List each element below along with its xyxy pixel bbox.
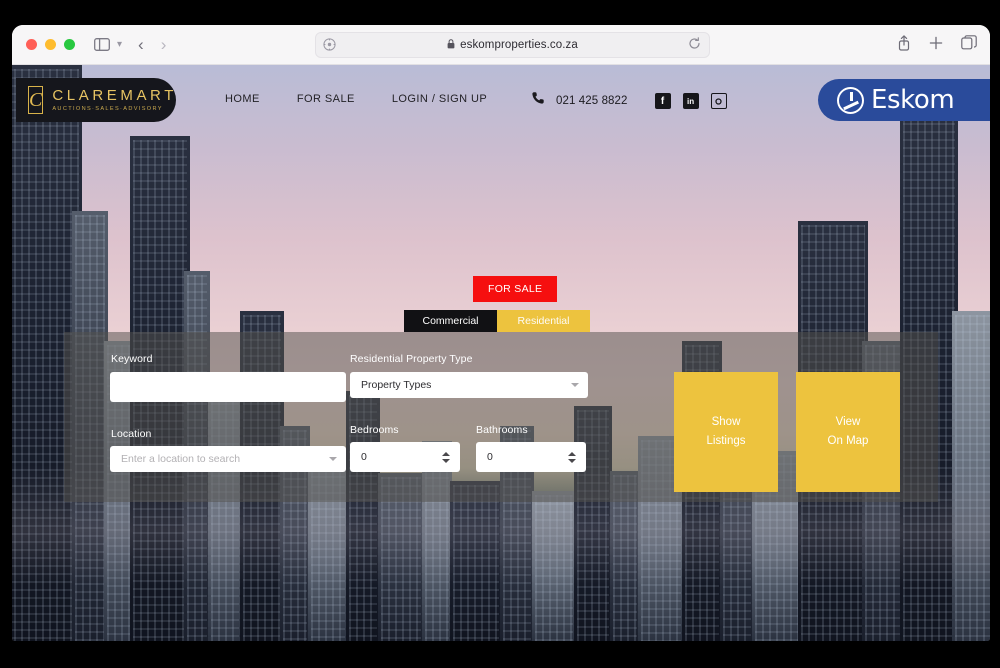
close-window-button[interactable] <box>26 39 37 50</box>
chevron-down-icon[interactable] <box>329 457 337 461</box>
phone-icon <box>531 91 546 111</box>
lock-icon <box>447 39 455 51</box>
claremart-logo-tagline: AUCTIONS·SALES·ADVISORY <box>52 105 163 112</box>
chevron-down-icon[interactable]: ▾ <box>117 39 122 50</box>
bedrooms-spinner-icon[interactable] <box>440 448 452 466</box>
toolbar-right-actions <box>897 25 977 65</box>
bedrooms-label: Bedrooms <box>350 424 399 436</box>
claremart-logo-text: CLAREMART AUCTIONS·SALES·ADVISORY <box>52 88 177 113</box>
bathrooms-stepper[interactable]: 0 <box>476 442 586 472</box>
facebook-icon[interactable]: f <box>654 93 671 109</box>
location-label: Location <box>111 428 152 440</box>
property-type-value: Property Types <box>361 379 432 391</box>
browser-window: ▾ ‹ › eskomproperties.co.za C CLAREMART … <box>12 25 990 641</box>
reload-icon[interactable] <box>688 37 701 55</box>
site-header: C CLAREMART AUCTIONS·SALES·ADVISORY HOME… <box>12 65 990 137</box>
chevron-down-icon[interactable] <box>571 383 579 387</box>
browser-toolbar: ▾ ‹ › eskomproperties.co.za <box>12 25 990 65</box>
browser-navigation: ‹ › <box>138 36 166 53</box>
show-listings-line1: Show <box>711 416 741 429</box>
privacy-shield-icon[interactable] <box>323 38 336 56</box>
tab-overview-icon[interactable] <box>961 35 977 55</box>
location-placeholder: Enter a location to search <box>121 453 241 465</box>
bathrooms-value: 0 <box>487 451 493 463</box>
nav-item-for-sale[interactable]: FOR SALE <box>297 93 355 105</box>
instagram-icon[interactable] <box>710 93 727 109</box>
url-text: eskomproperties.co.za <box>460 39 578 51</box>
view-on-map-line2: On Map <box>827 435 869 447</box>
property-type-label: Residential Property Type <box>350 353 473 365</box>
keyword-label: Keyword <box>111 353 153 365</box>
claremart-monogram-icon: C <box>28 86 44 114</box>
bedrooms-value: 0 <box>361 451 367 463</box>
keyword-input[interactable] <box>110 372 346 402</box>
eskom-partner-logo[interactable]: Eskom <box>818 79 990 121</box>
view-on-map-line1: View <box>835 416 861 429</box>
nav-item-home[interactable]: HOME <box>225 93 260 105</box>
tab-residential[interactable]: Residential <box>497 310 590 332</box>
show-listings-button[interactable]: Show Listings <box>674 372 778 492</box>
eskom-logo-text: Eskom <box>871 85 955 115</box>
address-bar[interactable]: eskomproperties.co.za <box>315 32 710 58</box>
bathrooms-label: Bathrooms <box>476 424 528 436</box>
linkedin-icon[interactable]: in <box>682 93 699 109</box>
plus-icon[interactable] <box>929 36 943 55</box>
claremart-logo[interactable]: C CLAREMART AUCTIONS·SALES·ADVISORY <box>16 78 176 122</box>
maximize-window-button[interactable] <box>64 39 75 50</box>
tab-commercial[interactable]: Commercial <box>404 310 497 332</box>
listing-type-tabs: Commercial Residential <box>404 310 590 332</box>
share-icon[interactable] <box>897 34 911 56</box>
bathrooms-spinner-icon[interactable] <box>566 448 578 466</box>
header-contact: 021 425 8822 f in <box>531 91 727 111</box>
forward-button[interactable]: › <box>161 36 167 53</box>
nav-item-login-signup[interactable]: LOGIN / SIGN UP <box>392 93 487 105</box>
window-controls <box>26 39 75 50</box>
social-links: f in <box>654 93 727 109</box>
back-button[interactable]: ‹ <box>138 36 144 53</box>
claremart-logo-name: CLAREMART <box>52 86 177 104</box>
for-sale-badge: FOR SALE <box>473 276 558 302</box>
eskom-logo-icon <box>837 86 864 114</box>
sidebar-icon[interactable] <box>94 38 110 51</box>
main-navigation: HOME FOR SALE LOGIN / SIGN UP <box>225 93 487 105</box>
url-text-container: eskomproperties.co.za <box>316 39 709 51</box>
page-viewport: C CLAREMART AUCTIONS·SALES·ADVISORY HOME… <box>12 65 990 641</box>
property-type-select[interactable]: Property Types <box>350 372 588 398</box>
view-on-map-button[interactable]: View On Map <box>796 372 900 492</box>
location-input[interactable]: Enter a location to search <box>110 446 346 472</box>
minimize-window-button[interactable] <box>45 39 56 50</box>
show-listings-line2: Listings <box>706 435 746 447</box>
phone-number[interactable]: 021 425 8822 <box>556 95 628 107</box>
bedrooms-stepper[interactable]: 0 <box>350 442 460 472</box>
